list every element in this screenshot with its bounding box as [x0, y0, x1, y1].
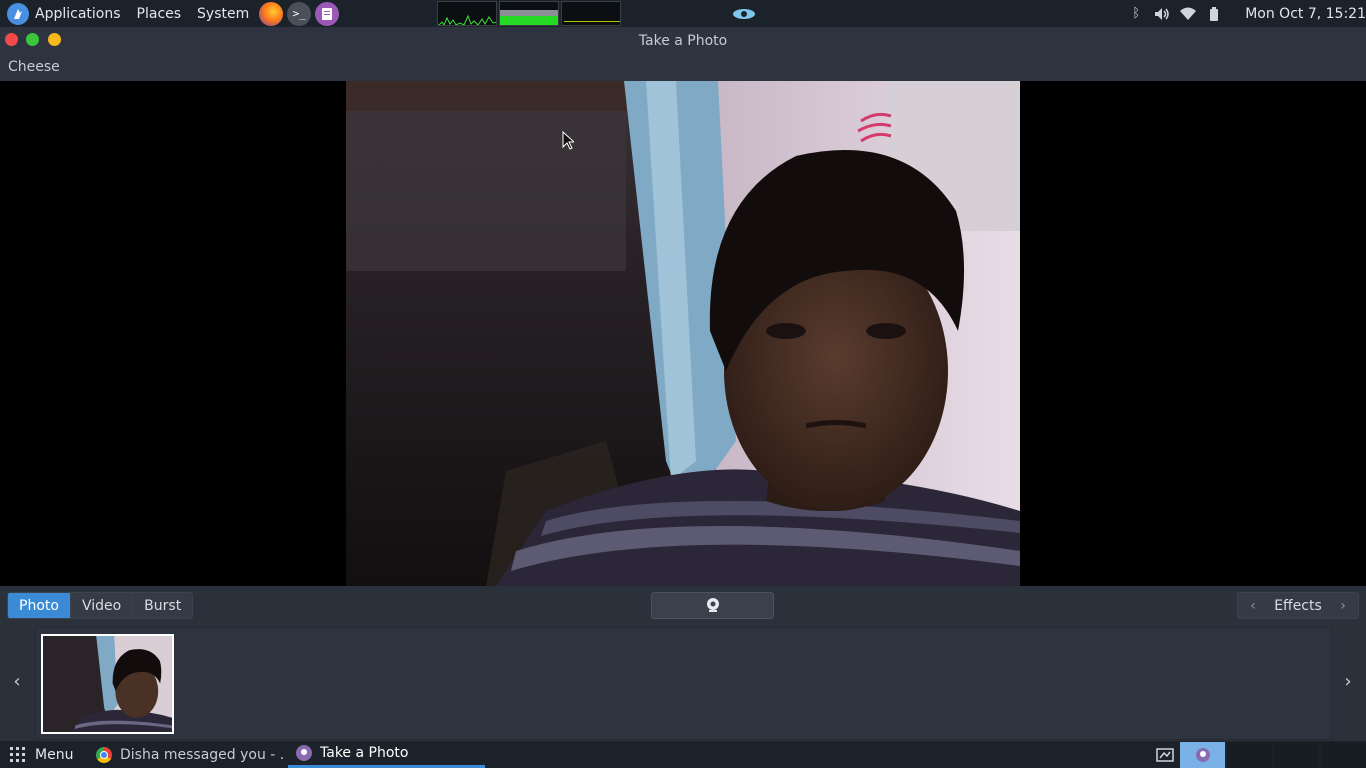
distro-logo-icon	[7, 2, 29, 25]
terminal-icon[interactable]: >_	[287, 1, 312, 26]
camera-viewport	[0, 81, 1366, 586]
firefox-icon[interactable]	[259, 1, 284, 26]
app-menu[interactable]: Cheese	[8, 59, 60, 75]
places-menu-label: Places	[136, 5, 182, 22]
show-desktop-icon[interactable]	[1152, 744, 1178, 766]
cheese-icon	[296, 745, 312, 761]
thumbnail-strip: ‹ ›	[0, 626, 1366, 741]
bluetooth-icon[interactable]: ᛒ	[1128, 6, 1144, 22]
workspace-2-switcher[interactable]	[1227, 742, 1272, 768]
top-panel: Applications Places System >_ ᛒ Mon Oct …	[0, 0, 1366, 27]
taskbar-task-label: Disha messaged you - ...	[120, 746, 284, 763]
effects-next-icon[interactable]: ›	[1328, 593, 1358, 618]
applications-menu[interactable]: Applications	[0, 0, 129, 27]
menubar: Cheese	[0, 55, 1366, 81]
cheese-icon	[1195, 748, 1210, 762]
memory-monitor-graph[interactable]	[499, 1, 560, 26]
network-monitor-graph[interactable]	[561, 1, 622, 26]
strip-scroll-right-icon[interactable]: ›	[1340, 671, 1356, 692]
strip-scroll-left-icon[interactable]: ‹	[9, 671, 25, 692]
workspace-1-switcher[interactable]	[1180, 742, 1225, 768]
photo-thumbnail[interactable]	[41, 634, 174, 734]
system-menu[interactable]: System	[189, 0, 257, 27]
effects-button[interactable]: Effects	[1268, 598, 1328, 614]
menu-label: Menu	[35, 746, 74, 763]
window-titlebar[interactable]: Take a Photo	[0, 27, 1366, 55]
battery-icon[interactable]	[1206, 6, 1222, 22]
capture-toolbar: Photo Video Burst ‹ Effects ›	[0, 586, 1366, 626]
bottom-taskbar: Menu Disha messaged you - ... Take a Pho…	[0, 741, 1366, 768]
volume-icon[interactable]	[1154, 6, 1170, 22]
system-menu-label: System	[197, 5, 250, 22]
grid-menu-icon	[10, 746, 25, 762]
menu-button[interactable]: Menu	[10, 741, 73, 768]
applications-menu-label: Applications	[35, 5, 121, 22]
workspace-4-switcher[interactable]	[1321, 742, 1366, 768]
mouse-cursor	[562, 131, 574, 150]
take-photo-button[interactable]	[651, 592, 774, 619]
mode-switcher: Photo Video Burst	[7, 592, 194, 619]
thumbnail-list	[35, 627, 1332, 740]
cpu-monitor-graph[interactable]	[437, 1, 498, 26]
effects-control: ‹ Effects ›	[1237, 592, 1359, 619]
text-editor-icon[interactable]	[315, 1, 340, 26]
webcam-icon	[706, 598, 719, 612]
taskbar-task-chrome[interactable]: Disha messaged you - ...	[88, 741, 284, 768]
eye-icon[interactable]	[731, 6, 757, 22]
window-title: Take a Photo	[638, 33, 728, 49]
workspace-3-switcher[interactable]	[1274, 742, 1319, 768]
taskbar-task-cheese[interactable]: Take a Photo	[288, 741, 485, 768]
video-mode-button[interactable]: Video	[70, 593, 134, 618]
camera-preview	[346, 81, 1020, 586]
effects-prev-icon[interactable]: ‹	[1238, 593, 1268, 618]
chrome-icon	[96, 746, 112, 763]
burst-mode-button[interactable]: Burst	[133, 593, 193, 618]
photo-mode-button[interactable]: Photo	[8, 593, 71, 618]
clock[interactable]: Mon Oct 7, 15:21	[1245, 6, 1366, 22]
wifi-icon[interactable]	[1180, 6, 1197, 22]
taskbar-task-label: Take a Photo	[320, 745, 409, 761]
places-menu[interactable]: Places	[129, 0, 190, 27]
